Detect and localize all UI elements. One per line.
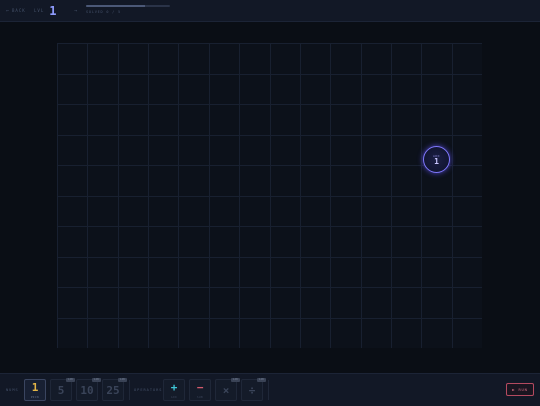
operator-plus[interactable]: + ADD xyxy=(163,379,185,401)
number-tile-10[interactable]: LCK 10 xyxy=(76,378,101,401)
operator-multiply[interactable]: LCK × xyxy=(215,378,240,401)
lock-badge: LCK xyxy=(231,378,240,382)
toolbar-divider xyxy=(129,380,130,400)
number-tile-value: 10 xyxy=(80,383,94,397)
toolbar-divider xyxy=(268,380,269,400)
board-grid xyxy=(57,43,482,348)
node-value: 1 xyxy=(434,156,439,166)
lock-badge: LCK xyxy=(257,378,266,382)
arrow-left-icon: ← xyxy=(6,7,10,14)
number-tile-5[interactable]: LCK 5 xyxy=(50,378,75,401)
lock-badge: LCK xyxy=(118,378,127,382)
number-tile-caption: PICK xyxy=(30,394,40,399)
multiply-icon: × xyxy=(222,383,230,397)
progress-fill xyxy=(86,5,145,7)
chevron-right-icon: → xyxy=(74,7,78,14)
level-value: 1 xyxy=(49,3,57,18)
operator-minus[interactable]: − SUB xyxy=(189,379,211,401)
minus-icon: − xyxy=(196,380,204,394)
level-indicator: LVL 1 xyxy=(34,0,56,21)
divide-icon: ÷ xyxy=(248,383,256,397)
progress-text: SOLVED 0 / 5 xyxy=(86,10,121,14)
top-bar: ← BACK LVL 1 → SOLVED 0 / 5 xyxy=(0,0,540,22)
back-button[interactable]: ← BACK xyxy=(6,0,26,21)
progress-track xyxy=(86,5,170,7)
plus-icon: + xyxy=(170,380,178,394)
lock-badge: LCK xyxy=(66,378,75,382)
progress-icon-wrap: → xyxy=(74,0,80,21)
back-label: BACK xyxy=(12,8,26,13)
number-tile-value: 5 xyxy=(57,383,65,397)
numbers-label: NUMS xyxy=(6,388,19,392)
operators-label: OPERATORS xyxy=(134,388,163,392)
number-tile-value: 25 xyxy=(106,383,120,397)
operator-divide[interactable]: LCK ÷ xyxy=(241,378,266,401)
bottom-toolbar: NUMS 1 PICK LCK 5 LCK 10 LCK 25 OPERATOR… xyxy=(0,373,540,406)
number-tile-25[interactable]: LCK 25 xyxy=(102,378,127,401)
number-tile-1[interactable]: 1 PICK xyxy=(24,379,46,401)
number-tile-value: 1 xyxy=(31,380,39,394)
lock-badge: LCK xyxy=(92,378,101,382)
operator-caption: ADD xyxy=(170,394,178,399)
game-board[interactable] xyxy=(57,43,482,348)
operator-caption: SUB xyxy=(196,394,204,399)
play-field xyxy=(0,22,540,373)
run-label: ▶ RUN xyxy=(512,387,528,392)
level-label: LVL xyxy=(34,8,45,13)
progress: SOLVED 0 / 5 xyxy=(86,5,172,14)
board-node[interactable]: ADD 1 xyxy=(423,146,450,173)
run-button[interactable]: ▶ RUN xyxy=(506,383,534,396)
